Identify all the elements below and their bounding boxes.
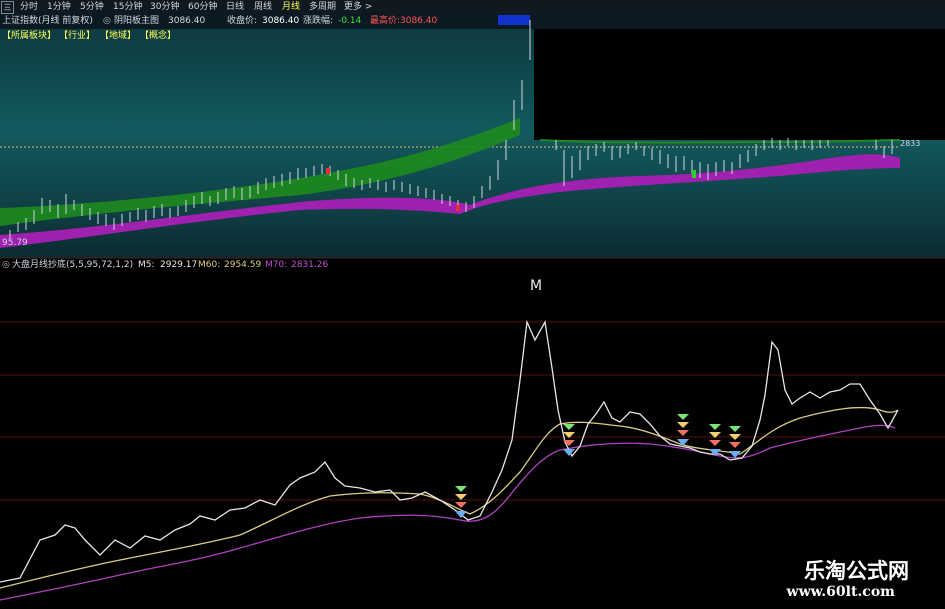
watermark-title: 乐淘公式网 [804,559,909,583]
peak-label: M [530,278,542,294]
m70-value: 2831.26 [291,260,329,270]
m60-line [0,406,899,589]
price-right-label: 2833 [900,139,920,148]
signal-stack-3 [677,414,689,446]
indicator-gridlines [0,321,945,501]
m5-line [0,319,899,583]
signal-markers [455,414,741,518]
m60-label: M60: [198,260,221,270]
signal-stack-1 [455,486,467,518]
indicator-settings-icon[interactable]: ◎ [2,259,10,271]
price-low-label: 95.79 [2,238,28,248]
m5-value: 2929.17 [160,260,198,270]
green-ribbon-right [539,139,901,144]
green-candle [692,170,696,178]
m70-line [0,424,896,601]
watermark-url: www.60lt.com [786,584,895,600]
m70-label: M70: [265,260,288,270]
indicator-header: ◎ 大盘月线抄底(5,5,95,72,1,2) M5: 2929.17 M60:… [0,259,945,271]
indicator-title: 大盘月线抄底(5,5,95,72,1,2) [12,260,134,270]
m5-label: M5: [138,260,155,270]
signal-stack-2 [563,424,575,456]
chart-canvas: 95.79 2833 M [0,20,945,601]
red-candle [456,205,460,211]
m60-value: 2954.59 [224,260,262,270]
red-candle [326,168,330,174]
